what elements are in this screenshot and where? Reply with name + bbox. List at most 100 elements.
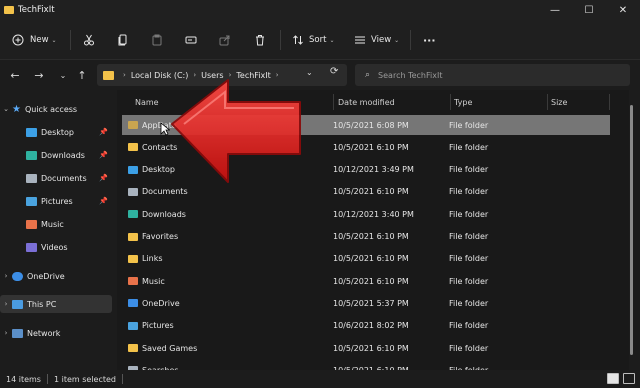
status-divider [46,374,48,384]
star-icon: ★ [12,103,21,115]
folder-icon [103,70,114,80]
sidebar-item-desktop[interactable]: Desktop 📌 [0,123,112,141]
cell-name: Music [128,271,165,291]
refresh-button[interactable]: ⟳ [330,66,338,77]
chevron-right-icon: › [123,71,126,79]
view-button[interactable]: View ⌄ [354,28,399,52]
sidebar-item-network[interactable]: › Network [0,324,112,342]
cell-date-modified: 10/5/2021 6:10 PM [333,232,409,241]
folder-icon [4,6,14,14]
search-placeholder: Search TechFixIt [378,70,443,80]
back-button[interactable]: ← [7,67,23,83]
copy-icon [117,34,129,46]
toolbar-divider [70,30,71,50]
column-header-date[interactable]: Date modified [338,94,395,110]
file-name: Music [142,276,165,286]
navigation-pane: ⌄ ★ Quick access Desktop 📌 Downloads 📌 D… [0,90,115,370]
column-divider[interactable] [333,94,334,110]
cell-date-modified: 10/5/2021 6:10 PM [333,142,409,152]
table-row[interactable]: Downloads 10/12/2021 3:40 PM File folder [122,204,610,224]
sidebar-item-downloads[interactable]: Downloads 📌 [0,146,112,164]
rename-button[interactable] [185,28,197,52]
maximize-button[interactable]: ☐ [572,0,606,20]
column-divider[interactable] [547,94,548,110]
pictures-icon [128,321,138,330]
music-icon [128,277,138,286]
table-row[interactable]: Music 10/5/2021 6:10 PM File folder [122,271,610,291]
file-name: Documents [142,187,188,197]
table-row[interactable]: Pictures 10/6/2021 8:02 PM File folder [122,316,610,336]
close-button[interactable]: ✕ [606,0,640,20]
selection-count: 1 item selected [53,374,116,384]
file-name: Downloads [142,209,186,219]
desktop-icon [26,127,37,137]
chevron-down-icon: ⌄ [394,36,400,44]
sort-icon [292,34,304,46]
column-header-type[interactable]: Type [454,94,472,110]
chevron-down-icon: ⌄ [51,36,57,44]
command-bar: New ⌄ Sort ⌄ View ⌄ ··· [0,20,640,60]
tiles-view-toggle[interactable] [623,373,635,384]
scrollbar-thumb[interactable] [630,105,633,355]
sidebar-item-label: This PC [27,299,57,309]
computer-icon [12,299,23,309]
sidebar-item-this-pc[interactable]: › This PC [0,295,112,313]
cell-type: File folder [449,232,489,241]
cut-button[interactable] [83,28,95,52]
column-header-size[interactable]: Size [551,94,567,110]
documents-icon [128,187,138,196]
search-box[interactable]: ⌕ Search TechFixIt [355,64,630,86]
documents-icon [26,173,37,183]
downloads-icon [128,210,138,219]
file-name: OneDrive [142,298,180,308]
address-history-dropdown[interactable]: ⌄ [306,68,313,77]
table-row[interactable]: OneDrive 10/5/2021 5:37 PM File folder [122,293,610,313]
cell-type: File folder [449,276,489,286]
new-label: New [30,35,49,45]
copy-button[interactable] [117,28,129,52]
column-divider[interactable] [609,94,610,110]
forward-button[interactable]: → [31,67,47,83]
sidebar-item-music[interactable]: Music [0,215,112,233]
sidebar-item-quick-access[interactable]: ⌄ ★ Quick access [0,100,112,118]
chevron-down-icon: ⌄ [3,105,9,113]
file-name: Pictures [142,321,174,331]
minimize-button[interactable]: — [538,0,572,20]
cell-name: Pictures [128,316,174,336]
cell-type: File folder [449,165,489,175]
sort-button[interactable]: Sort ⌄ [292,28,334,52]
plus-circle-icon [12,34,24,46]
file-name: Saved Games [142,343,198,353]
cell-name: OneDrive [128,293,180,313]
view-list-icon [354,34,366,46]
toolbar-divider [410,30,411,50]
cell-date-modified: 10/5/2021 6:10 PM [333,343,409,353]
search-icon: ⌕ [365,70,371,80]
more-options-button[interactable]: ··· [423,28,436,52]
table-row[interactable]: Links 10/5/2021 6:10 PM File folder [122,249,610,269]
up-button[interactable]: ↑ [74,67,90,83]
sidebar-item-pictures[interactable]: Pictures 📌 [0,192,112,210]
delete-button[interactable] [254,28,266,52]
sidebar-item-label: Documents [41,173,87,183]
details-view-toggle[interactable] [607,373,619,384]
cell-name: Links [128,249,163,269]
sidebar-item-onedrive[interactable]: › OneDrive [0,267,112,285]
clipboard-icon [151,34,163,46]
vertical-scrollbar[interactable] [629,100,635,370]
column-header-name[interactable]: Name [135,94,159,110]
sidebar-item-label: Videos [41,242,68,252]
share-icon [219,34,231,46]
music-icon [26,219,37,229]
paste-button[interactable] [151,28,163,52]
new-button[interactable]: New ⌄ [12,28,57,52]
network-icon [12,328,23,338]
sidebar-item-documents[interactable]: Documents 📌 [0,169,112,187]
column-divider[interactable] [450,94,451,110]
share-button[interactable] [219,28,231,52]
table-row[interactable]: Favorites 10/5/2021 6:10 PM File folder [122,227,610,247]
table-row[interactable]: Saved Games 10/5/2021 6:10 PM File folder [122,338,610,358]
sidebar-item-videos[interactable]: Videos [0,238,112,256]
recent-locations-button[interactable]: ⌄ [55,67,71,83]
sidebar-item-label: Quick access [24,104,78,114]
